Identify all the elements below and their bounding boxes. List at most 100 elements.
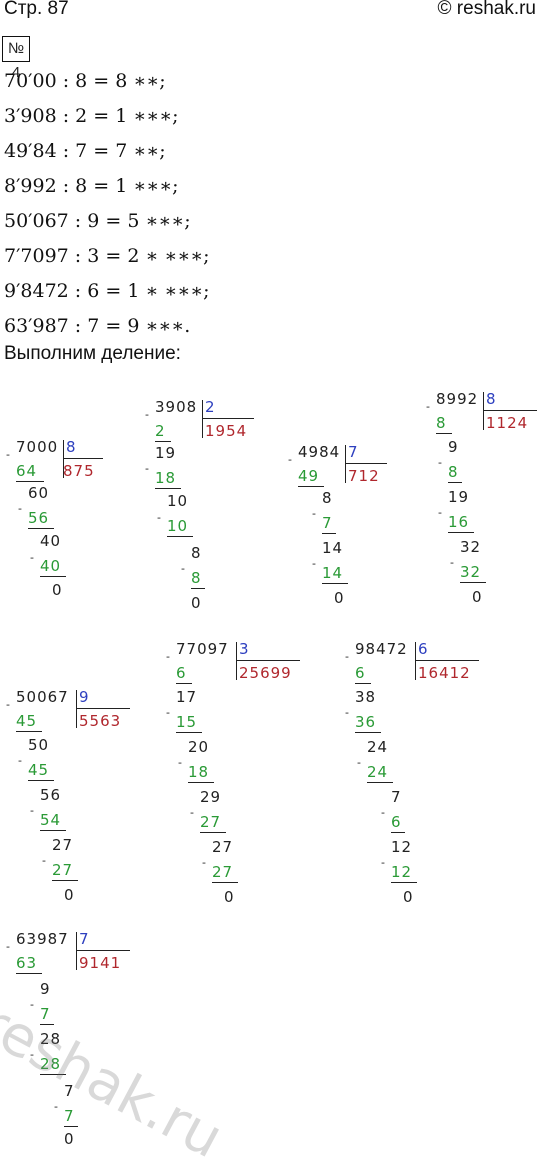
step: 60 <box>28 484 50 502</box>
step: 8 <box>436 414 447 432</box>
step: 0 <box>64 1130 75 1148</box>
step: 18 <box>188 763 210 781</box>
step: 50 <box>28 736 50 754</box>
step: 6 <box>355 664 366 682</box>
step: 18 <box>155 469 177 487</box>
step: 38 <box>355 688 377 706</box>
step: 8 <box>448 463 459 481</box>
dividend: 98472 <box>355 640 408 658</box>
step: 8 <box>191 569 202 587</box>
step: 64 <box>16 462 38 480</box>
divisor: 7 <box>348 443 359 461</box>
quotient: 1954 <box>205 422 248 440</box>
step: 0 <box>403 888 414 906</box>
step: 19 <box>155 444 177 462</box>
division-3908: - 3908 2 1954 2 19 - 18 10 - 10 8 - 8 0 <box>145 398 265 618</box>
step: 12 <box>391 863 413 881</box>
step: 27 <box>52 861 74 879</box>
division-8992: - 8992 8 1124 8 9 - 8 19 - 16 32 - 32 0 <box>426 390 542 610</box>
step: 56 <box>28 509 50 527</box>
step: 0 <box>64 886 75 904</box>
quotient: 9141 <box>79 954 122 972</box>
step: 49 <box>298 467 320 485</box>
division-4984: - 4984 7 712 49 8 - 7 14 - 14 0 <box>288 443 398 613</box>
task-number-box: № 4 <box>2 36 30 81</box>
division-7000: - 7000 8 875 64 60 - 56 40 - 40 0 <box>6 438 116 608</box>
divisor: 7 <box>79 930 90 948</box>
dividend: 4984 <box>298 443 341 461</box>
dividend: 77097 <box>176 640 229 658</box>
step: 7 <box>64 1107 75 1125</box>
equation-1: 70′00 : 8 = 8 ∗∗; <box>4 70 166 92</box>
step: 0 <box>191 594 202 612</box>
step: 45 <box>16 712 38 730</box>
equation-4: 8′992 : 8 = 1 ∗∗∗; <box>4 175 179 197</box>
dividend: 7000 <box>16 438 59 456</box>
step: 12 <box>391 838 413 856</box>
step: 32 <box>460 538 482 556</box>
step: 20 <box>188 738 210 756</box>
step: 32 <box>460 563 482 581</box>
step: 40 <box>40 532 62 550</box>
step: 15 <box>176 713 198 731</box>
step: 10 <box>167 492 189 510</box>
step: 63 <box>16 954 38 972</box>
equation-2: 3′908 : 2 = 1 ∗∗∗; <box>4 105 179 127</box>
equation-7: 9′8472 : 6 = 1 ∗ ∗∗∗; <box>4 280 210 302</box>
quotient: 875 <box>63 462 95 480</box>
step: 24 <box>367 738 389 756</box>
step: 8 <box>191 544 202 562</box>
quotient: 25699 <box>239 664 292 682</box>
step: 19 <box>448 488 470 506</box>
quotient: 5563 <box>79 712 122 730</box>
divisor: 9 <box>79 688 90 706</box>
step: 27 <box>212 863 234 881</box>
step: 40 <box>40 557 62 575</box>
step: 45 <box>28 761 50 779</box>
step: 56 <box>40 786 62 804</box>
page-label: Стр. 87 <box>4 0 69 19</box>
division-50067: - 50067 9 5563 45 50 - 45 56 - 54 27 - 2… <box>6 688 136 908</box>
step: 29 <box>200 788 222 806</box>
step: 6 <box>176 664 187 682</box>
step: 14 <box>322 539 344 557</box>
divisor: 3 <box>239 640 250 658</box>
equation-6: 7′7097 : 3 = 2 ∗ ∗∗∗; <box>4 245 210 267</box>
step: 27 <box>200 813 222 831</box>
step: 0 <box>52 581 63 599</box>
step: 36 <box>355 713 377 731</box>
step: 27 <box>52 836 74 854</box>
step: 10 <box>167 517 189 535</box>
site-label: © reshak.ru <box>437 0 536 19</box>
step: 7 <box>322 514 333 532</box>
equation-8: 63′987 : 7 = 9 ∗∗∗. <box>4 315 191 337</box>
divisor: 8 <box>66 438 77 456</box>
step: 6 <box>391 813 402 831</box>
step: 7 <box>391 788 402 806</box>
dividend: 63987 <box>16 930 69 948</box>
step: 27 <box>212 838 234 856</box>
division-98472: - 98472 6 16412 6 38 - 36 24 - 24 7 - 6 … <box>345 640 485 910</box>
divisor: 8 <box>486 390 497 408</box>
caption: Выполним деление: <box>4 343 181 364</box>
step: 9 <box>448 438 459 456</box>
step: 8 <box>322 489 333 507</box>
step: 17 <box>176 688 198 706</box>
step: 24 <box>367 763 389 781</box>
quotient: 16412 <box>418 664 471 682</box>
quotient: 712 <box>348 467 380 485</box>
divisor: 2 <box>205 398 216 416</box>
step: 9 <box>40 980 51 998</box>
step: 0 <box>472 588 483 606</box>
step: 0 <box>224 888 235 906</box>
quotient: 1124 <box>486 414 529 432</box>
dividend: 8992 <box>436 390 479 408</box>
step: 14 <box>322 564 344 582</box>
step: 2 <box>155 422 166 440</box>
step: 54 <box>40 811 62 829</box>
division-77097: - 77097 3 25699 6 17 - 15 20 - 18 29 - 2… <box>166 640 306 910</box>
equation-5: 50′067 : 9 = 5 ∗∗∗; <box>4 210 191 232</box>
dividend: 50067 <box>16 688 69 706</box>
step: 16 <box>448 513 470 531</box>
divisor: 6 <box>418 640 429 658</box>
